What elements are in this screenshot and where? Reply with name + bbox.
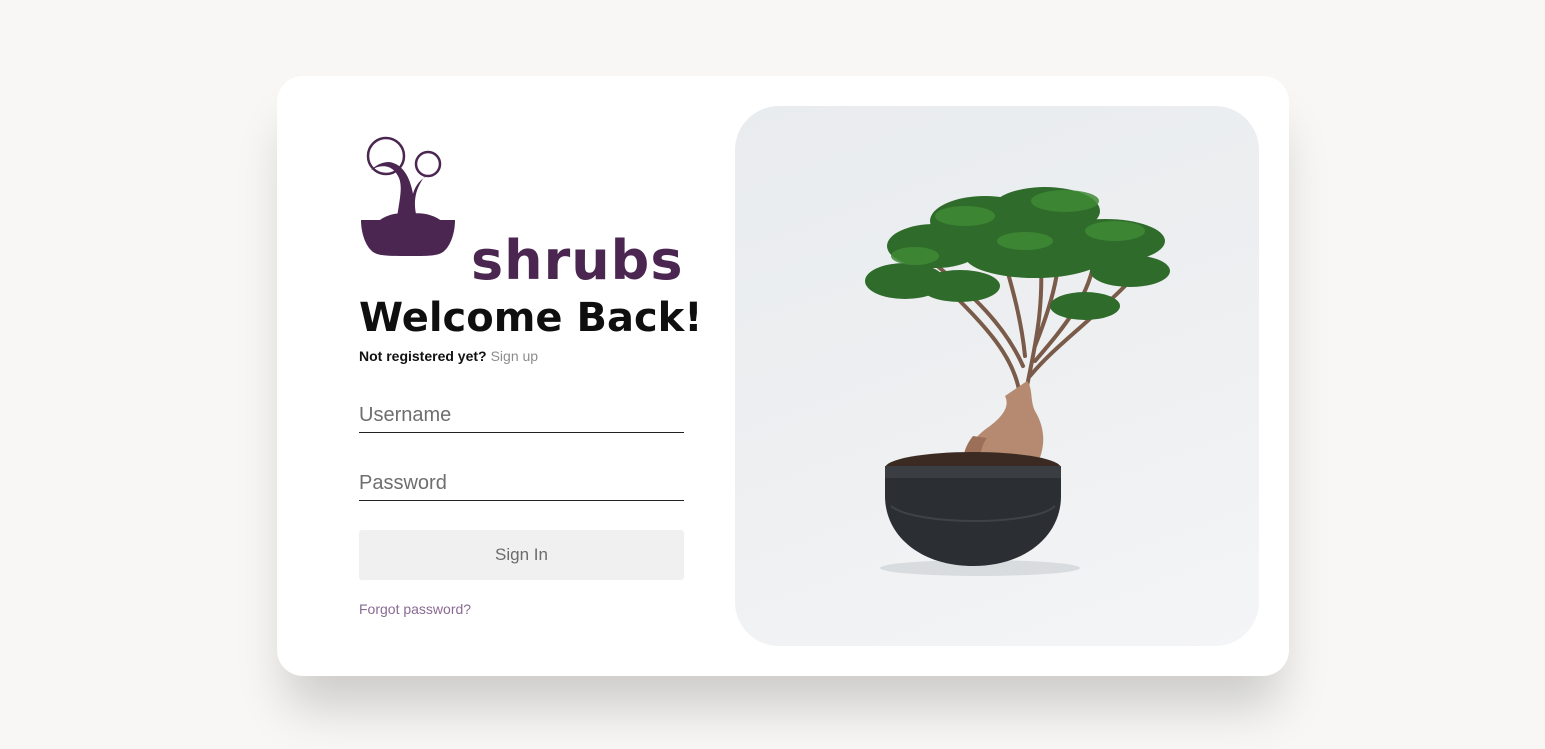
brand-name: shrubs bbox=[471, 229, 684, 292]
forgot-password-link[interactable]: Forgot password? bbox=[359, 601, 471, 617]
not-registered-text: Not registered yet? bbox=[359, 348, 487, 364]
sign-up-link[interactable]: Sign up bbox=[491, 348, 538, 364]
bonsai-photo bbox=[735, 106, 1259, 646]
sign-in-button[interactable]: Sign In bbox=[359, 530, 684, 580]
page-title: Welcome Back! bbox=[359, 295, 703, 341]
username-input[interactable] bbox=[359, 398, 684, 433]
login-panel: shrubs Welcome Back! Not registered yet?… bbox=[359, 76, 703, 676]
bonsai-tree-image bbox=[865, 187, 1170, 576]
login-card: shrubs Welcome Back! Not registered yet?… bbox=[277, 76, 1289, 676]
password-input[interactable] bbox=[359, 466, 684, 501]
signup-prompt: Not registered yet? Sign up bbox=[359, 347, 538, 365]
shrubs-logo[interactable]: shrubs bbox=[359, 134, 682, 288]
bonsai-logo-icon bbox=[361, 136, 455, 256]
